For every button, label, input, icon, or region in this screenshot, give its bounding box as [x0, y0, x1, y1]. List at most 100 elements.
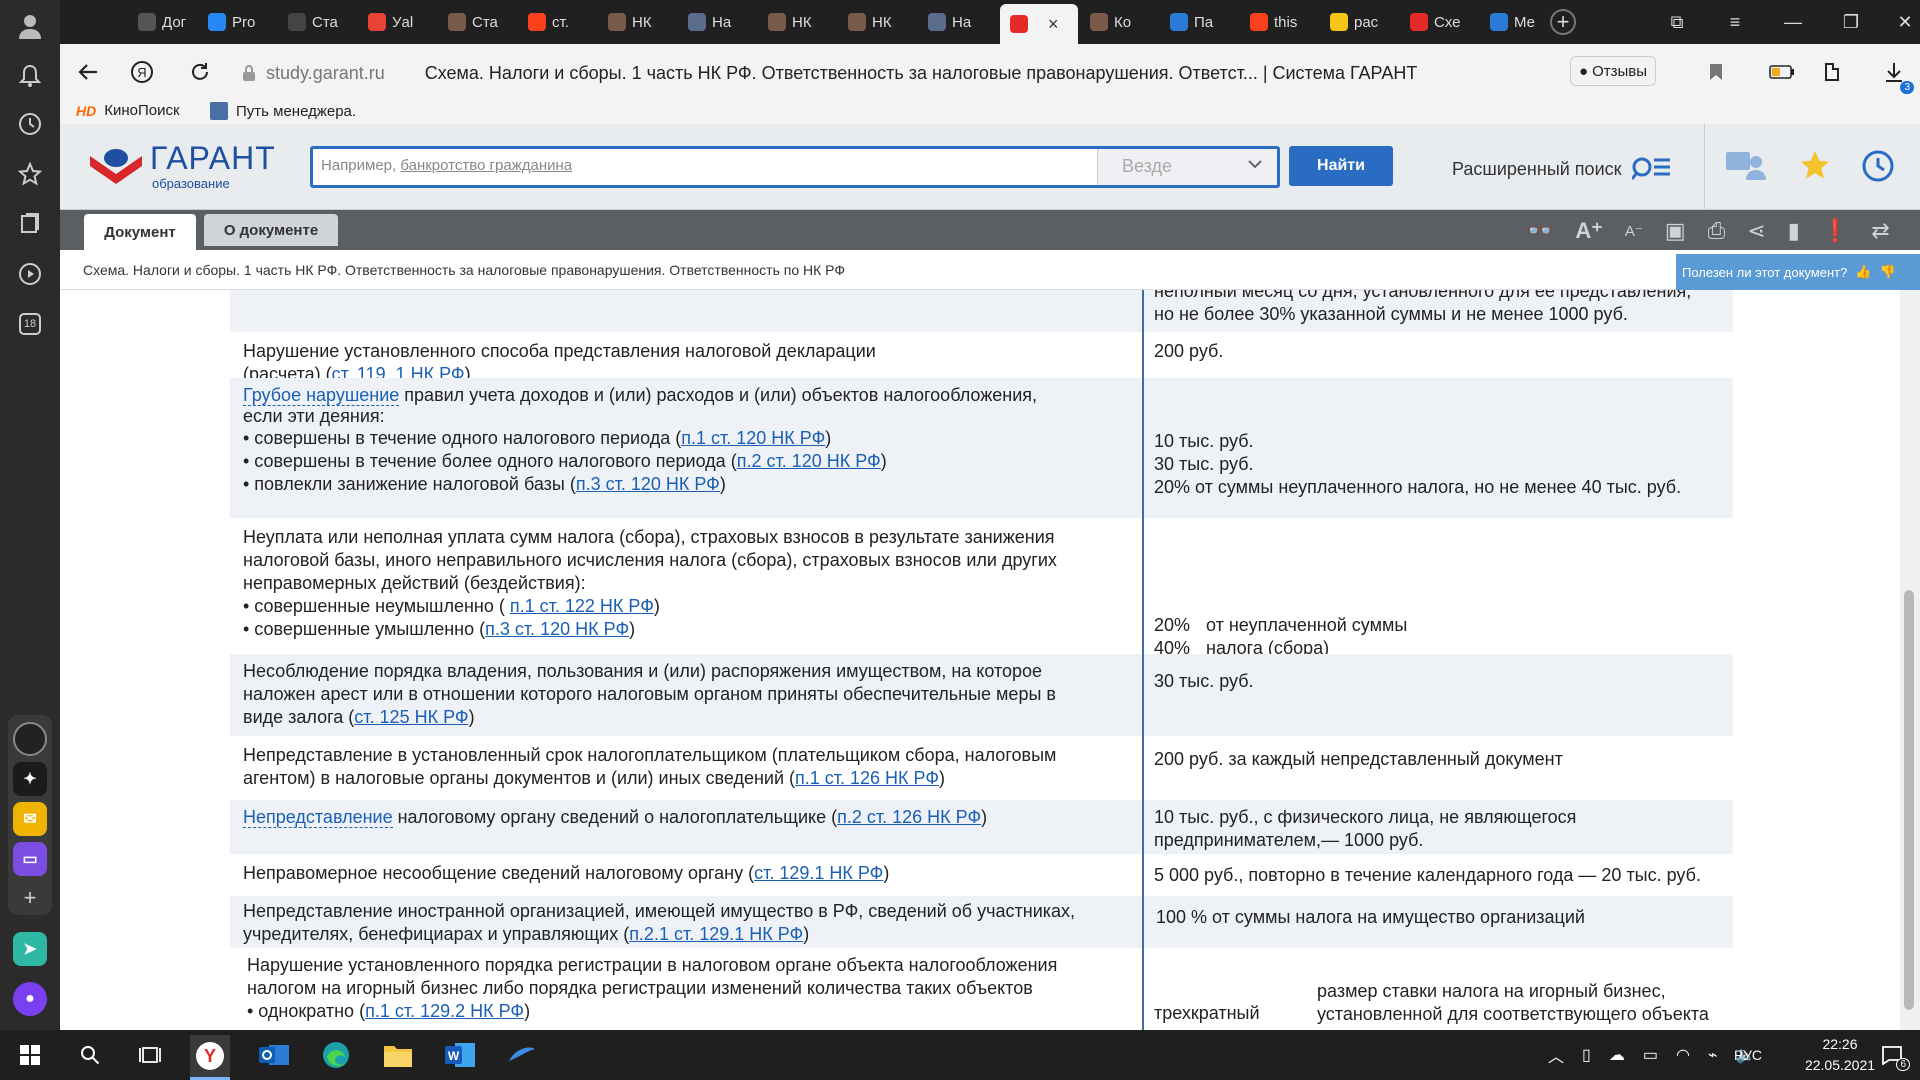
browser-tab[interactable]: На [678, 5, 756, 39]
play-icon[interactable] [14, 258, 46, 290]
print-icon[interactable]: ⎙ [1708, 218, 1726, 244]
back-icon[interactable] [72, 56, 104, 88]
browser-tab[interactable]: На [918, 5, 996, 39]
save-icon[interactable]: ▣ [1665, 218, 1686, 244]
downloads-icon[interactable]: 3 [1878, 56, 1914, 94]
outlook-icon[interactable] [254, 1035, 294, 1075]
compare-arrows-icon[interactable]: ⇄ [1871, 218, 1889, 244]
edge-icon[interactable] [316, 1035, 356, 1075]
bookmark-kinopoisk[interactable]: HD КиноПоиск [76, 102, 180, 119]
history-icon[interactable] [14, 108, 46, 140]
law-link[interactable]: п.1 ст. 122 НК РФ [510, 596, 654, 616]
scope-select[interactable]: Везде [1097, 149, 1277, 185]
add-app-icon[interactable]: + [14, 882, 46, 914]
search-input[interactable]: Например, банкротство гражданина Везде [310, 146, 1280, 188]
term-link[interactable]: Грубое нарушение [243, 385, 400, 406]
browser-tab[interactable]: НК [838, 5, 916, 39]
bookmark-icon[interactable] [1700, 56, 1732, 88]
bell-icon[interactable] [14, 60, 46, 92]
mail-icon[interactable]: ✉ [13, 802, 47, 836]
law-link[interactable]: п.2 ст. 120 НК РФ [737, 451, 881, 471]
restore-icon[interactable]: ❐ [1836, 8, 1866, 36]
browser-tab[interactable]: НК [598, 5, 676, 39]
law-link[interactable]: п.3 ст. 120 НК РФ [576, 474, 720, 494]
garant-logo[interactable]: ГАРАНТ образование [86, 140, 276, 192]
browser-tab[interactable]: Ста [278, 5, 356, 39]
browser-tab[interactable]: Уаl [358, 5, 436, 39]
sparkle-icon[interactable]: ✦ [13, 762, 47, 796]
battery-tray-icon[interactable]: ▭ [1643, 1045, 1658, 1065]
close-tab-icon[interactable]: × [1048, 14, 1059, 35]
history-clock-icon[interactable] [1860, 148, 1896, 189]
share-icon[interactable]: ⋖ [1747, 218, 1765, 244]
browser-tab[interactable]: Па [1160, 5, 1238, 39]
scrollbar-thumb[interactable] [1904, 590, 1914, 1010]
law-link[interactable]: п.3 ст. 120 НК РФ [485, 619, 629, 639]
menu-icon[interactable]: ≡ [1720, 8, 1750, 36]
browser-tab[interactable]: ст. [518, 5, 596, 39]
law-link[interactable]: п.1 ст. 126 НК РФ [795, 768, 939, 788]
browser-tab[interactable]: Дог [128, 5, 206, 39]
word-icon[interactable]: W [440, 1035, 480, 1075]
favorite-star-icon[interactable] [1798, 148, 1832, 187]
minimize-icon[interactable]: — [1778, 8, 1808, 36]
law-link[interactable]: п.2.1 ст. 129.1 НК РФ [629, 924, 803, 944]
bookmark-doc-icon[interactable]: ▮ [1788, 218, 1800, 244]
file-explorer-icon[interactable] [378, 1035, 418, 1075]
scrollbar[interactable] [1900, 290, 1920, 1030]
task-view-icon[interactable] [130, 1035, 170, 1075]
collections-icon[interactable] [14, 208, 46, 240]
send-icon[interactable]: ➤ [13, 932, 47, 966]
tab-document[interactable]: Документ [84, 214, 196, 250]
alice-icon[interactable] [13, 722, 47, 756]
windows-start-icon[interactable] [10, 1035, 50, 1075]
advanced-search-link[interactable]: Расширенный поиск [1452, 154, 1672, 185]
wifi-icon[interactable]: ◠ [1676, 1045, 1690, 1065]
browser-tab[interactable]: Ста [438, 5, 516, 39]
font-increase-icon[interactable]: A⁺ [1575, 218, 1603, 244]
bookmark-manager-path[interactable]: Путь менеджера. [210, 102, 356, 120]
browser-tab[interactable]: × [1000, 4, 1078, 44]
law-link[interactable]: п.2 ст. 126 НК РФ [837, 807, 981, 827]
thumbs-up-icon[interactable]: 👍 [1855, 264, 1871, 280]
star-icon[interactable] [14, 158, 46, 190]
yandex-logo-icon[interactable]: Я [126, 56, 158, 88]
browser-tab[interactable]: Pro [198, 5, 276, 39]
law-link[interactable]: ст. 125 НК РФ [354, 707, 468, 727]
pinned-app-icon[interactable] [502, 1035, 542, 1075]
chevron-up-icon[interactable]: ︿ [1548, 1043, 1564, 1067]
browser-tab[interactable]: рас [1320, 5, 1398, 39]
battery-icon[interactable] [1766, 56, 1798, 88]
term-link[interactable]: Непредставление [243, 807, 393, 828]
reload-icon[interactable] [184, 56, 216, 88]
notifications-icon[interactable]: 6 [1872, 1035, 1912, 1075]
tab-about-document[interactable]: О документе [204, 214, 338, 246]
tab-manager-icon[interactable]: ⧉ [1662, 8, 1692, 36]
info-icon[interactable]: ❗ [1822, 218, 1849, 244]
feedback-widget[interactable]: Полезен ли этот документ? 👍 👎 [1676, 254, 1920, 290]
browser-tab[interactable]: НК [758, 5, 836, 39]
language-indicator[interactable]: РУС [1734, 1030, 1762, 1080]
reviews-button[interactable]: ● Отзывы [1570, 56, 1657, 86]
browser-tab[interactable]: Ко [1080, 5, 1158, 39]
extensions-icon[interactable] [1818, 56, 1850, 88]
browser-tab[interactable]: Ме [1480, 5, 1558, 39]
network-icon[interactable]: ⌁ [1708, 1045, 1718, 1065]
close-window-icon[interactable]: ✕ [1890, 8, 1920, 36]
find-button[interactable]: Найти [1289, 146, 1393, 186]
new-tab-button[interactable]: + [1550, 9, 1576, 35]
eye-glasses-icon[interactable]: 👓 [1526, 218, 1553, 244]
age-rating-icon[interactable]: 18 [14, 308, 46, 340]
browser-tab[interactable]: Схе [1400, 5, 1478, 39]
contacts-icon[interactable] [1724, 148, 1768, 187]
url-field[interactable]: study.garant.ru Схема. Налоги и сборы. 1… [238, 58, 1488, 88]
browser-tab[interactable]: this [1240, 5, 1318, 39]
profile-icon[interactable] [14, 10, 46, 42]
phone-icon[interactable]: ▯ [1582, 1045, 1591, 1065]
search-icon[interactable] [70, 1035, 110, 1075]
law-link[interactable]: ст. 129.1 НК РФ [754, 863, 883, 883]
law-link[interactable]: п.1 ст. 120 НК РФ [681, 428, 825, 448]
yandex-browser-icon[interactable]: Y [190, 1035, 230, 1080]
law-link[interactable]: п.1 ст. 129.2 НК РФ [365, 1001, 524, 1021]
font-decrease-icon[interactable]: A⁻ [1625, 222, 1643, 240]
